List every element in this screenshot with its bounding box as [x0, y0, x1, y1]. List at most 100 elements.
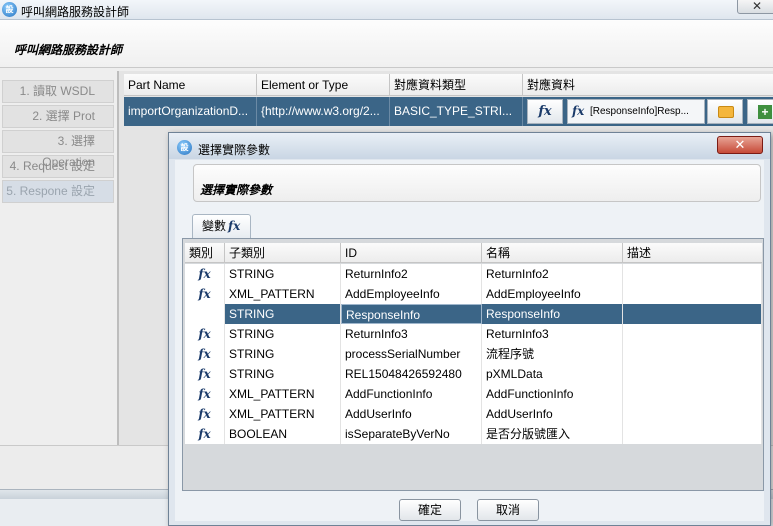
cell-description — [623, 404, 762, 424]
header-panel: 呼叫網路服務設計師 — [0, 20, 773, 68]
step-response-settings[interactable]: 5. Respone 設定 — [2, 180, 114, 203]
column-subtype[interactable]: 子類別 — [225, 243, 341, 263]
dialog-app-icon: 設 — [177, 140, 192, 155]
cell-id: processSerialNumber — [341, 344, 482, 364]
mapping-value: [ResponseInfo]Resp... — [590, 106, 689, 117]
window-close-button[interactable]: ✕ — [737, 0, 773, 14]
variables-table-body: fx STRING ReturnInfo2 ReturnInfo2 fx XML… — [185, 264, 762, 444]
column-data-type[interactable]: 對應資料類型 — [390, 74, 523, 96]
dialog-header: 選擇實際參數 — [193, 164, 761, 202]
cell-description — [623, 304, 762, 324]
cell-subtype: XML_PATTERN — [225, 384, 341, 404]
table-header: Part Name Element or Type 對應資料類型 對應資料 — [124, 74, 773, 96]
cell-subtype: STRING — [225, 264, 341, 284]
cell-id: ResponseInfo — [341, 304, 482, 324]
dialog-close-button[interactable]: ✕ — [717, 136, 763, 154]
cell-element-or-type: {http://www.w3.org/2... — [257, 97, 390, 126]
fx-icon: fx — [185, 404, 225, 424]
cell-name: AddFunctionInfo — [482, 384, 623, 404]
cell-description — [623, 424, 762, 444]
add-icon: + — [758, 105, 772, 119]
cell-description — [623, 324, 762, 344]
cell-subtype: STRING — [225, 304, 341, 324]
cell-mapping: fx fx [ResponseInfo]Resp... + — [527, 99, 773, 124]
table-row-selected[interactable]: fx STRING ResponseInfo ResponseInfo — [185, 304, 762, 324]
fx-icon: fx — [572, 104, 585, 118]
ok-button[interactable]: 確定 — [399, 499, 461, 521]
step-select-port[interactable]: 2. 選擇 Prot — [2, 105, 114, 128]
main-titlebar: 設 呼叫網路服務設計師 ✕ — [0, 0, 773, 20]
step-request-settings[interactable]: 4. Request 設定 — [2, 155, 114, 178]
cell-description — [623, 344, 762, 364]
column-id[interactable]: ID — [341, 243, 482, 263]
cell-subtype: XML_PATTERN — [225, 284, 341, 304]
cell-id: AddEmployeeInfo — [341, 284, 482, 304]
column-part-name[interactable]: Part Name — [124, 74, 257, 96]
cell-description — [623, 284, 762, 304]
cell-description — [623, 264, 762, 284]
table-row[interactable]: fx XML_PATTERN AddEmployeeInfo AddEmploy… — [185, 284, 762, 304]
fx-button[interactable]: fx — [527, 99, 563, 124]
step-read-wsdl[interactable]: 1. 讀取 WSDL — [2, 80, 114, 103]
column-category[interactable]: 類別 — [185, 243, 225, 263]
cell-id: AddFunctionInfo — [341, 384, 482, 404]
mapping-value-field[interactable]: fx [ResponseInfo]Resp... — [567, 99, 705, 124]
fx-icon: fx — [228, 219, 241, 233]
add-variable-button[interactable]: + — [747, 99, 773, 124]
cell-data-type: BASIC_TYPE_STRI... — [390, 97, 523, 126]
table-row[interactable]: fx STRING ReturnInfo2 ReturnInfo2 — [185, 264, 762, 284]
dialog-header-title: 選擇實際參數 — [200, 183, 273, 197]
column-element-or-type[interactable]: Element or Type — [257, 74, 390, 96]
fx-icon: fx — [185, 364, 225, 384]
dialog-titlebar: 設 選擇實際參數 ✕ — [169, 133, 770, 159]
fx-icon: fx — [185, 284, 225, 304]
cell-name: ReturnInfo2 — [482, 264, 623, 284]
table-row[interactable]: fx XML_PATTERN AddFunctionInfo AddFuncti… — [185, 384, 762, 404]
cell-subtype: XML_PATTERN — [225, 404, 341, 424]
variables-table-header: 類別 子類別 ID 名稱 描述 — [185, 243, 762, 263]
tab-variables[interactable]: 變數 fx — [192, 214, 251, 238]
cell-subtype: STRING — [225, 364, 341, 384]
cell-name: ReturnInfo3 — [482, 324, 623, 344]
cell-name: pXMLData — [482, 364, 623, 384]
cell-name: 是否分版號匯入 — [482, 424, 623, 444]
column-mapping[interactable]: 對應資料 — [523, 74, 773, 96]
fx-icon: fx — [185, 304, 225, 324]
step-select-operation[interactable]: 3. 選擇 Operation — [2, 130, 114, 169]
cell-name: 流程序號 — [482, 344, 623, 364]
cell-id: ReturnInfo2 — [341, 264, 482, 284]
table-row[interactable]: fx STRING processSerialNumber 流程序號 — [185, 344, 762, 364]
fx-icon: fx — [185, 384, 225, 404]
table-row[interactable]: fx XML_PATTERN AddUserInfo AddUserInfo — [185, 404, 762, 424]
cancel-button[interactable]: 取消 — [477, 499, 539, 521]
column-name[interactable]: 名稱 — [482, 243, 623, 263]
table-row[interactable]: fx STRING ReturnInfo3 ReturnInfo3 — [185, 324, 762, 344]
cell-description — [623, 384, 762, 404]
cell-subtype: BOOLEAN — [225, 424, 341, 444]
cell-name: ResponseInfo — [482, 304, 623, 324]
page-title: 呼叫網路服務設計師 — [14, 43, 123, 57]
open-folder-button[interactable] — [707, 99, 743, 124]
cell-id: ReturnInfo3 — [341, 324, 482, 344]
tab-label: 變數 — [202, 219, 227, 233]
dialog-title: 選擇實際參數 — [198, 143, 271, 157]
select-parameter-dialog: 設 選擇實際參數 ✕ 選擇實際參數 變數 fx 類別 子類別 ID 名稱 描述 f… — [168, 132, 771, 526]
table-row[interactable]: fx STRING REL15048426592480 pXMLData — [185, 364, 762, 384]
cell-description — [623, 364, 762, 384]
app-icon: 設 — [2, 2, 17, 17]
wizard-steps: 1. 讀取 WSDL 2. 選擇 Prot 3. 選擇 Operation 4.… — [2, 80, 114, 205]
cell-subtype: STRING — [225, 344, 341, 364]
folder-icon — [718, 106, 734, 118]
column-description[interactable]: 描述 — [623, 243, 762, 263]
cell-name: AddEmployeeInfo — [482, 284, 623, 304]
cell-id: isSeparateByVerNo — [341, 424, 482, 444]
table-row[interactable]: fx BOOLEAN isSeparateByVerNo 是否分版號匯入 — [185, 424, 762, 444]
cell-id: REL15048426592480 — [341, 364, 482, 384]
window-title: 呼叫網路服務設計師 — [21, 5, 130, 19]
cell-id: AddUserInfo — [341, 404, 482, 424]
fx-icon: fx — [185, 344, 225, 364]
table-row[interactable]: importOrganizationD... {http://www.w3.or… — [124, 97, 773, 126]
cell-subtype: STRING — [225, 324, 341, 344]
cell-name: AddUserInfo — [482, 404, 623, 424]
dialog-body: 選擇實際參數 變數 fx 類別 子類別 ID 名稱 描述 fx STRING Re… — [175, 160, 764, 521]
